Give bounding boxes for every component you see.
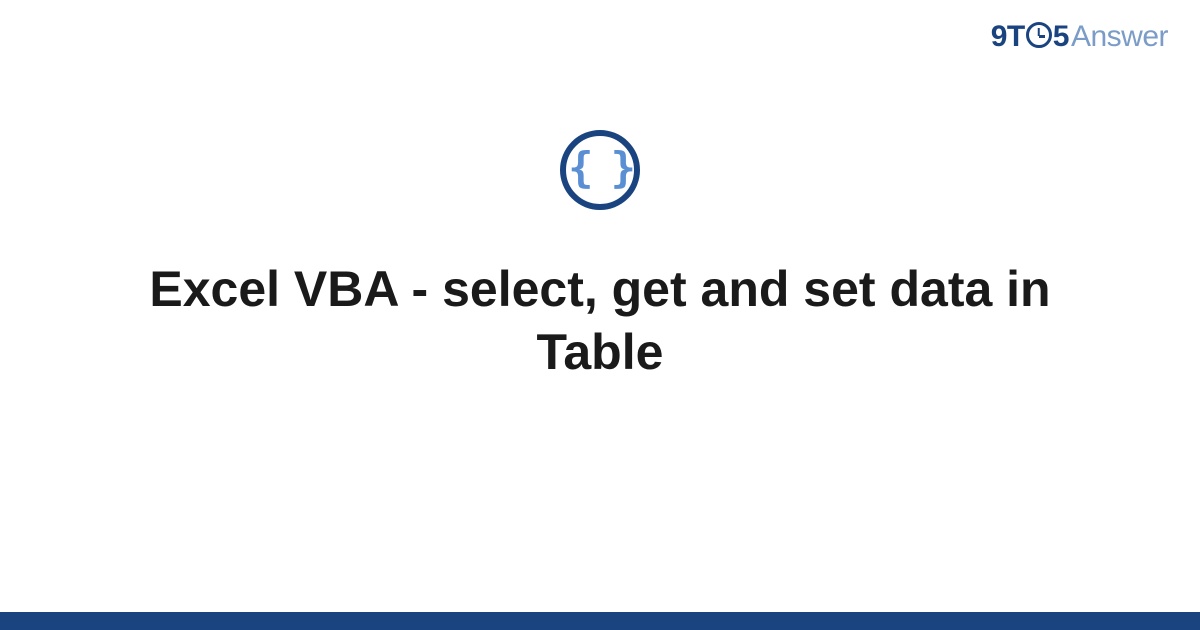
main-content: { } Excel VBA - select, get and set data… [0, 130, 1200, 383]
logo-text-9t: 9T [991, 20, 1025, 54]
site-logo: 9T 5 Answer [991, 20, 1168, 54]
logo-text-answer: Answer [1071, 20, 1168, 54]
code-braces-icon: { } [560, 130, 640, 210]
braces-glyph: { } [568, 147, 632, 189]
clock-icon [1026, 22, 1052, 48]
footer-accent-bar [0, 612, 1200, 630]
page-title: Excel VBA - select, get and set data in … [120, 258, 1080, 383]
logo-text-5: 5 [1053, 20, 1069, 54]
